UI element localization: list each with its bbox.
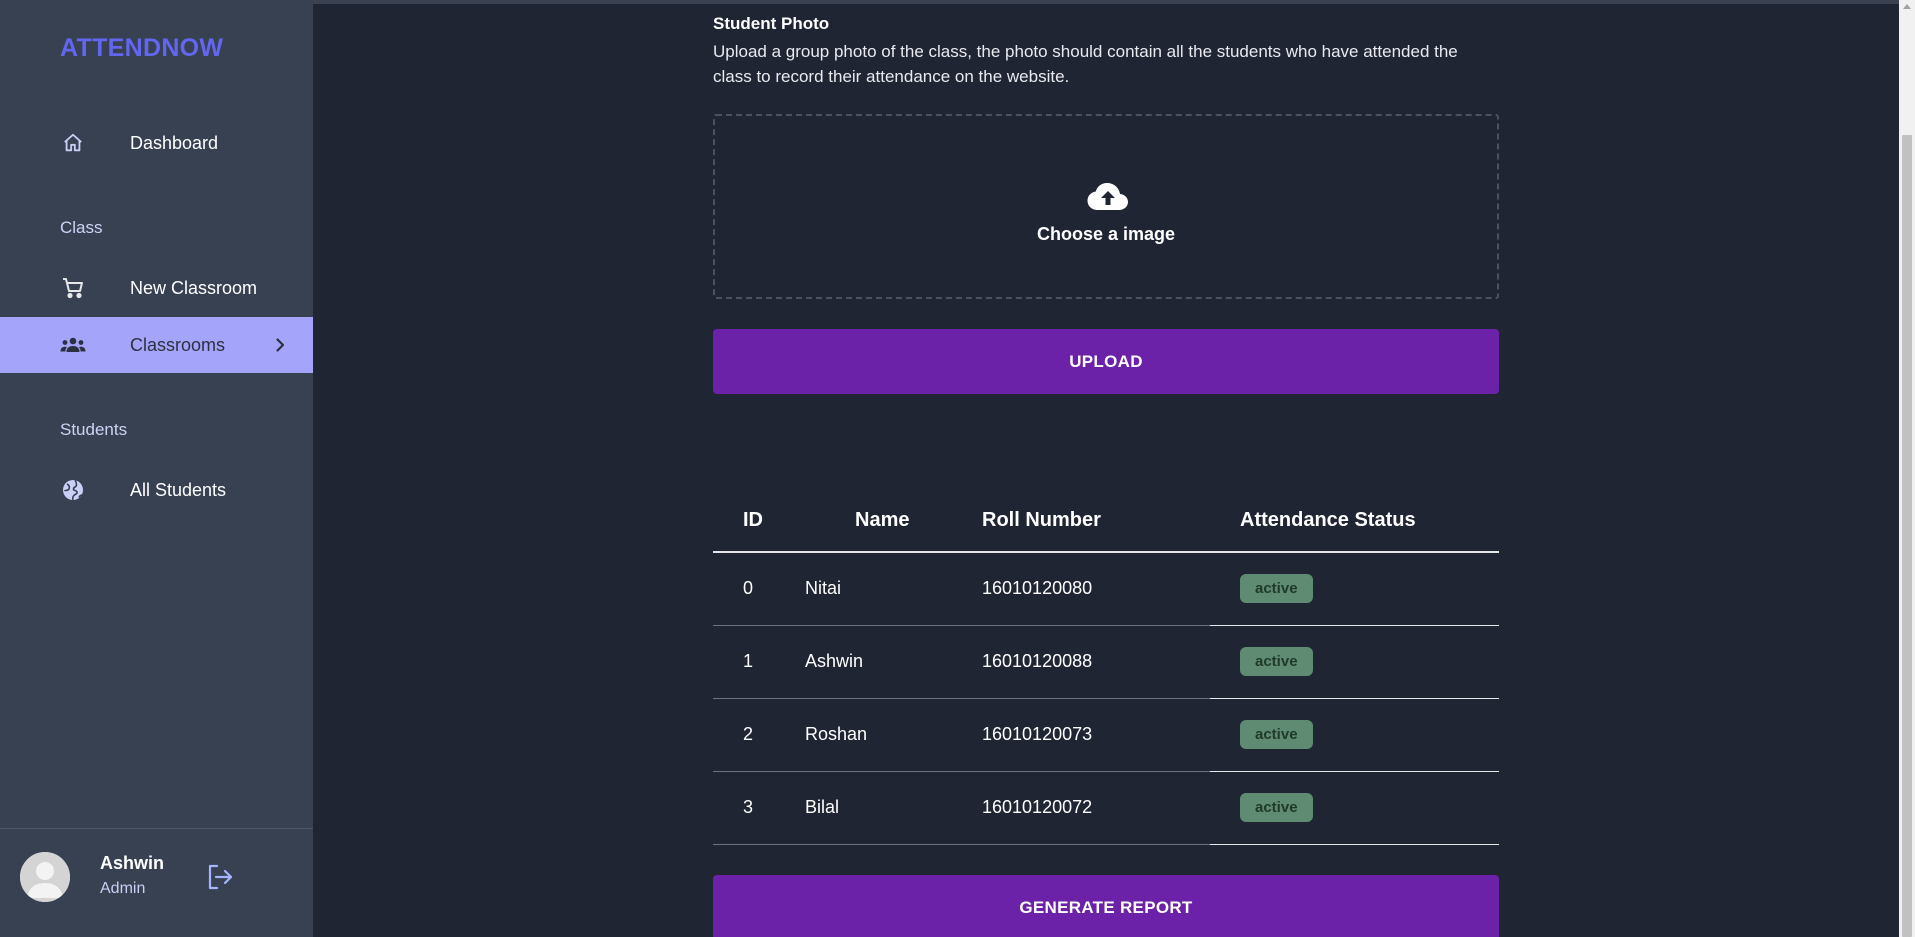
section-title: Student Photo	[713, 14, 830, 33]
avatar[interactable]	[20, 852, 70, 902]
cell-status: active	[1210, 771, 1499, 845]
sidebar-item-new-classroom[interactable]: New Classroom	[0, 260, 313, 316]
generate-report-button[interactable]: GENERATE REPORT	[713, 875, 1499, 937]
cell-status: active	[1210, 552, 1499, 626]
table-row[interactable]: 1 Ashwin 16010120088 active	[713, 625, 1499, 699]
table-row[interactable]: 3 Bilal 16010120072 active	[713, 771, 1499, 845]
cell-name: Ashwin	[805, 625, 982, 699]
cart-icon	[60, 275, 86, 301]
sidebar-item-label: Dashboard	[130, 132, 219, 153]
table-header-row: ID Name Roll Number Attendance Status	[713, 489, 1499, 553]
cell-id: 3	[713, 771, 805, 845]
section-description: Upload a group photo of the class, the p…	[713, 42, 1458, 86]
cell-id: 1	[713, 625, 805, 699]
sidebar: ATTENDNOW Dashboard Class New Classroom …	[0, 0, 313, 937]
status-badge: active	[1240, 793, 1313, 822]
cell-status: active	[1210, 698, 1499, 772]
cell-name: Bilal	[805, 771, 982, 845]
scrollbar-thumb[interactable]	[1902, 135, 1912, 937]
user-role: Admin	[100, 880, 146, 897]
column-header-name: Name	[805, 489, 982, 553]
globe-icon	[60, 477, 86, 503]
user-name: Ashwin	[100, 853, 165, 873]
section-label-students: Students	[60, 420, 128, 439]
groups-icon	[60, 332, 86, 358]
column-header-roll-number: Roll Number	[982, 489, 1210, 553]
cell-roll-number: 16010120080	[982, 552, 1210, 626]
home-icon	[60, 130, 86, 156]
chevron-right-icon	[276, 338, 285, 352]
page-scrollbar[interactable]	[1899, 0, 1915, 937]
status-badge: active	[1240, 574, 1313, 604]
sidebar-item-dashboard[interactable]: Dashboard	[0, 115, 313, 171]
cloud-upload-icon	[1087, 183, 1128, 210]
section-label-class: Class	[60, 218, 103, 237]
user-panel: Ashwin Admin	[0, 828, 313, 937]
cell-roll-number: 16010120073	[982, 698, 1210, 772]
column-header-id: ID	[713, 489, 805, 553]
attendance-table: ID Name Roll Number Attendance Status 0 …	[713, 489, 1499, 845]
scroll-up-arrow-icon[interactable]	[1903, 4, 1911, 9]
sidebar-item-label: New Classroom	[130, 277, 258, 298]
status-badge: active	[1240, 720, 1313, 749]
cell-status: active	[1210, 625, 1499, 699]
column-header-attendance-status: Attendance Status	[1210, 489, 1499, 553]
sidebar-item-label: All Students	[130, 479, 227, 500]
cell-roll-number: 16010120072	[982, 771, 1210, 845]
cell-name: Roshan	[805, 698, 982, 772]
cell-name: Nitai	[805, 552, 982, 626]
upload-button[interactable]: UPLOAD	[713, 329, 1499, 394]
sidebar-item-label: Classrooms	[130, 334, 226, 355]
table-row[interactable]: 2 Roshan 16010120073 active	[713, 698, 1499, 772]
sidebar-item-all-students[interactable]: All Students	[0, 462, 313, 518]
image-dropzone[interactable]: Choose a image	[713, 114, 1499, 299]
brand-logo[interactable]: ATTENDNOW	[60, 34, 223, 63]
status-badge: active	[1240, 647, 1313, 676]
cell-id: 0	[713, 552, 805, 626]
cell-id: 2	[713, 698, 805, 772]
table-row[interactable]: 0 Nitai 16010120080 active	[713, 552, 1499, 626]
dropzone-label: Choose a image	[1036, 224, 1176, 244]
logout-icon[interactable]	[205, 862, 235, 892]
sidebar-item-classrooms[interactable]: Classrooms	[0, 317, 313, 373]
cell-roll-number: 16010120088	[982, 625, 1210, 699]
